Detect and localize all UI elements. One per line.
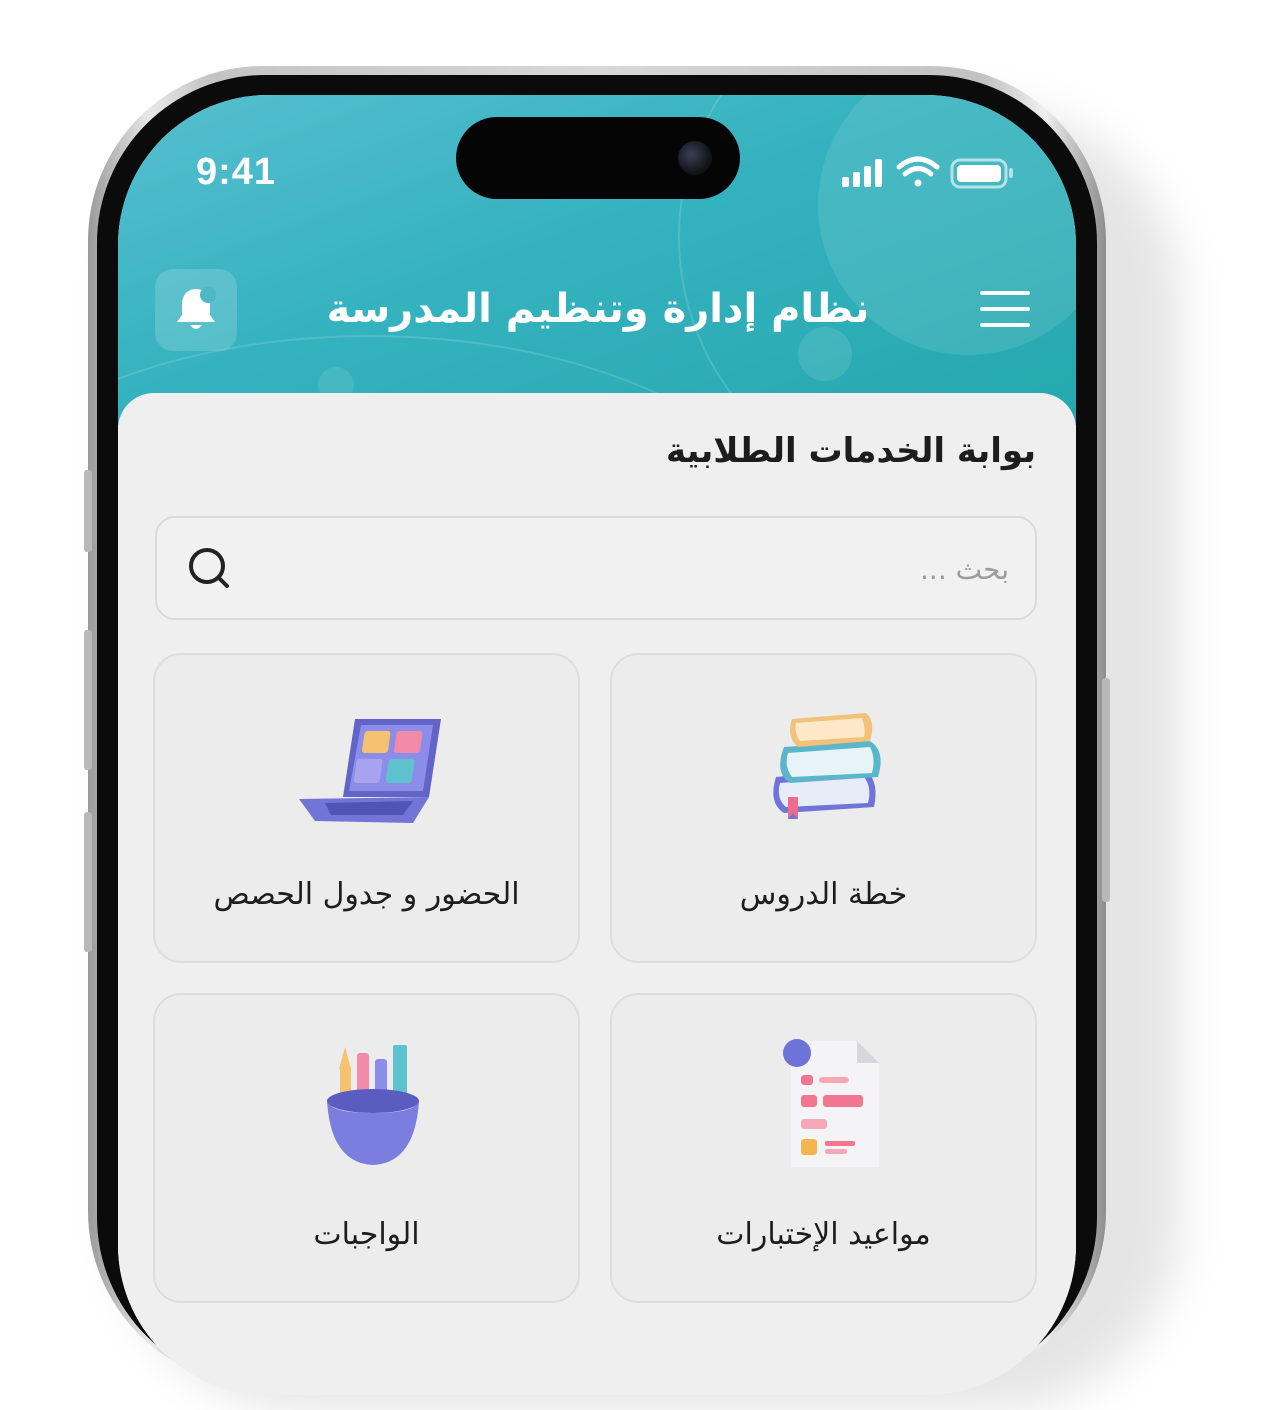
search-input[interactable]	[257, 538, 1011, 600]
battery-icon	[950, 158, 1013, 189]
silent-switch	[84, 470, 92, 552]
laptop-icon	[299, 719, 441, 823]
service-card-attendance[interactable]: الحضور و جدول الحصص	[153, 653, 580, 963]
menu-bar	[980, 291, 1030, 295]
books-icon	[773, 713, 881, 819]
portal-title: بوابة الخدمات الطلابية	[666, 431, 1036, 471]
volume-down-button	[84, 812, 92, 952]
phone-screen: 9:41 نظام إدارة وتنظيم المدرسة بوابة الخ…	[118, 95, 1076, 1395]
exam-document-icon	[783, 1039, 879, 1167]
pencil-cup-icon	[327, 1045, 419, 1165]
power-button	[1102, 678, 1110, 902]
status-icons	[840, 155, 1020, 191]
signal-icon	[842, 159, 882, 187]
menu-bar	[980, 307, 1030, 311]
content-sheet: بوابة الخدمات الطلابية خطة الدروس	[118, 393, 1076, 1395]
service-label: خطة الدروس	[739, 877, 908, 912]
camera-icon	[678, 141, 712, 175]
service-label: الواجبات	[313, 1217, 420, 1252]
service-card-homework[interactable]: الواجبات	[153, 993, 580, 1303]
menu-bar	[980, 323, 1030, 327]
service-label: الحضور و جدول الحصص	[213, 877, 520, 912]
menu-button[interactable]	[980, 289, 1034, 329]
wifi-icon	[896, 156, 940, 187]
notifications-button[interactable]	[155, 269, 237, 351]
volume-up-button	[84, 630, 92, 770]
status-time: 9:41	[196, 151, 277, 193]
app-title: نظام إدارة وتنظيم المدرسة	[326, 286, 870, 332]
service-card-exams[interactable]: مواعيد الإختبارات	[610, 993, 1037, 1303]
service-label: مواعيد الإختبارات	[716, 1217, 931, 1252]
app-header: نظام إدارة وتنظيم المدرسة	[118, 265, 1076, 355]
bell-icon	[177, 287, 216, 329]
search-bar[interactable]	[155, 516, 1037, 620]
service-card-lesson-plan[interactable]: خطة الدروس	[610, 653, 1037, 963]
search-icon[interactable]	[187, 546, 235, 594]
